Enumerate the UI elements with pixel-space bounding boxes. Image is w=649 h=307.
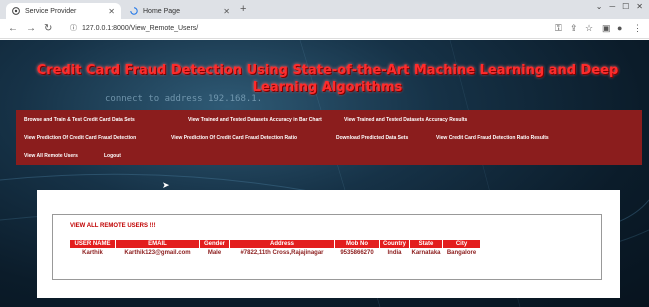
page-title: Credit Card Fraud Detection Using State-…	[36, 63, 619, 95]
menu-item-accuracy-results[interactable]: View Trained and Tested Datasets Accurac…	[344, 117, 467, 123]
new-tab-button[interactable]: +	[240, 3, 246, 15]
menu-item-ratio-results[interactable]: View Credit Card Fraud Detection Ratio R…	[436, 135, 549, 141]
column-header: Country	[379, 239, 410, 249]
table-header-row: USER NAME EMAIL Gender Address Mob No Co…	[69, 239, 482, 249]
content-panel: VIEW ALL REMOTE USERS !!! USER NAME EMAI…	[37, 190, 620, 298]
close-window-icon[interactable]: ✕	[636, 2, 643, 11]
column-header: City	[442, 239, 482, 249]
share-icon[interactable]: ⇪	[570, 23, 578, 34]
table-cell: Bangalore	[446, 250, 477, 257]
column-header: Gender	[199, 239, 230, 249]
table-row: Karthik Karthik123@gmail.com Male #7822,…	[70, 249, 481, 258]
profile-icon[interactable]: ●	[617, 23, 622, 33]
close-icon[interactable]: ✕	[108, 7, 115, 16]
back-icon[interactable]: ←	[8, 23, 18, 34]
table-cell: #7822,11th Cross,Rajajinagar	[240, 250, 324, 257]
sidebar-icon[interactable]: ▣	[602, 23, 611, 34]
column-header: State	[408, 239, 444, 249]
tab-bar: Service Provider ✕ Home Page ✕ + ⌄ ─ ☐ ✕	[0, 0, 649, 19]
address-bar: ← → ↻ ⓘ 127.0.0.1:8000/View_Remote_Users…	[0, 19, 649, 39]
page-body: connect to address 192.168.1. Credit Car…	[0, 40, 649, 307]
column-header: USER NAME	[69, 239, 116, 249]
menu-item-download-predicted[interactable]: Download Predicted Data Sets	[336, 135, 408, 141]
section-heading: VIEW ALL REMOTE USERS !!!	[70, 223, 156, 229]
loading-icon	[130, 7, 138, 15]
menu-item-train-test[interactable]: Browse and Train & Test Credit Card Data…	[24, 117, 135, 123]
nav-menu: Browse and Train & Test Credit Card Data…	[16, 110, 642, 165]
table-cell: Male	[207, 250, 222, 257]
forward-icon[interactable]: →	[26, 23, 36, 34]
column-header: EMAIL	[115, 239, 200, 249]
chevron-down-icon[interactable]: ⌄	[596, 2, 603, 11]
table-cell: Karthik123@gmail.com	[124, 250, 191, 257]
star-icon[interactable]: ☆	[585, 23, 593, 34]
maximize-icon[interactable]: ☐	[622, 2, 629, 11]
menu-item-view-prediction[interactable]: View Prediction Of Credit Card Fraud Det…	[24, 135, 136, 141]
minimize-icon[interactable]: ─	[609, 2, 615, 11]
menu-icon[interactable]: ⋮	[633, 23, 642, 34]
tab-service-provider[interactable]: Service Provider ✕	[6, 3, 121, 19]
menu-item-logout[interactable]: Logout	[104, 153, 121, 159]
close-icon[interactable]: ✕	[223, 7, 230, 16]
column-header: Mob No	[334, 239, 380, 249]
menu-item-remote-users[interactable]: View All Remote Users	[24, 153, 78, 159]
table-cell: India	[387, 250, 402, 257]
window-controls: ⌄ ─ ☐ ✕	[596, 2, 643, 11]
info-icon[interactable]: ⓘ	[70, 23, 77, 33]
menu-item-prediction-ratio[interactable]: View Prediction Of Credit Card Fraud Det…	[171, 135, 297, 141]
table-cell: 9535866270	[340, 250, 374, 257]
tab-title: Service Provider	[25, 7, 77, 15]
url-field[interactable]: ⓘ 127.0.0.1:8000/View_Remote_Users/	[70, 23, 198, 33]
menu-item-accuracy-bar-chart[interactable]: View Trained and Tested Datasets Accurac…	[188, 117, 322, 123]
column-header: Address	[229, 239, 335, 249]
users-box: VIEW ALL REMOTE USERS !!! USER NAME EMAI…	[52, 214, 602, 280]
key-icon[interactable]: ⚿	[555, 23, 562, 34]
tab-title: Home Page	[143, 7, 180, 15]
url-text: 127.0.0.1:8000/View_Remote_Users/	[82, 24, 199, 32]
tab-home-page[interactable]: Home Page ✕	[124, 3, 236, 19]
table-cell: Karnataka	[411, 250, 441, 257]
table-cell: Karthik	[82, 250, 103, 257]
users-table: USER NAME EMAIL Gender Address Mob No Co…	[69, 239, 482, 258]
browser-icon	[12, 7, 20, 15]
reload-icon[interactable]: ↻	[44, 23, 52, 34]
